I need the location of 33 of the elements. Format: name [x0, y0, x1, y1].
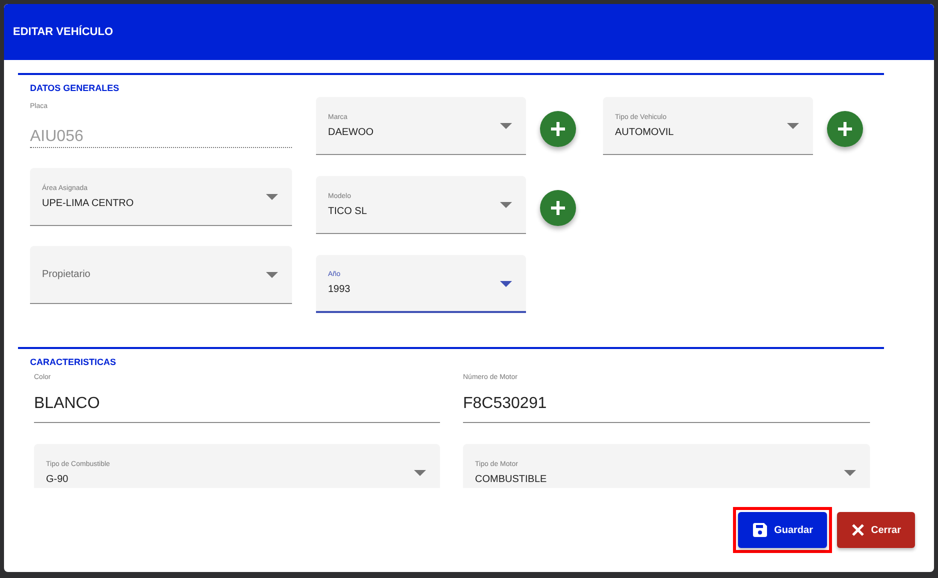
field-value: TICO SL [328, 206, 367, 216]
save-button[interactable]: Guardar [738, 512, 827, 548]
field-value: COMBUSTIBLE [475, 474, 547, 484]
dropdown-arrow-icon [500, 123, 512, 129]
dropdown-arrow-icon [414, 470, 426, 476]
save-icon [752, 522, 768, 538]
add-button[interactable] [540, 111, 576, 147]
field-value: 1993 [328, 284, 350, 295]
section-title: DATOS GENERALES [30, 83, 120, 93]
dropdown-arrow-icon [266, 194, 278, 200]
plus-icon [550, 121, 566, 137]
plus-icon [837, 121, 853, 137]
dropdown-arrow-icon [500, 281, 512, 287]
select-field[interactable]: Propietario [30, 246, 292, 304]
close-button[interactable]: Cerrar [836, 512, 915, 548]
field-value: AUTOMOVIL [615, 126, 674, 138]
dialog-title: EDITAR VEHÍCULO [13, 26, 114, 38]
field-value: DAEWOO [328, 126, 374, 138]
field-value: G-90 [46, 474, 68, 484]
plus-icon [550, 200, 566, 216]
field-value: F8C530291 [463, 395, 547, 413]
close-icon [850, 523, 865, 537]
field-placeholder: Propietario [42, 269, 90, 280]
dropdown-arrow-icon [266, 272, 278, 278]
dropdown-arrow-icon [500, 202, 512, 208]
field-value: UPE-LIMA CENTRO [42, 198, 134, 208]
add-button[interactable] [827, 111, 863, 147]
field-value: AIU056 [30, 128, 84, 146]
section-title: CARACTERISTICAS [30, 357, 116, 367]
dropdown-arrow-icon [787, 123, 799, 129]
field-value: BLANCO [34, 395, 100, 413]
dropdown-arrow-icon [844, 470, 856, 476]
add-button[interactable] [540, 190, 576, 226]
